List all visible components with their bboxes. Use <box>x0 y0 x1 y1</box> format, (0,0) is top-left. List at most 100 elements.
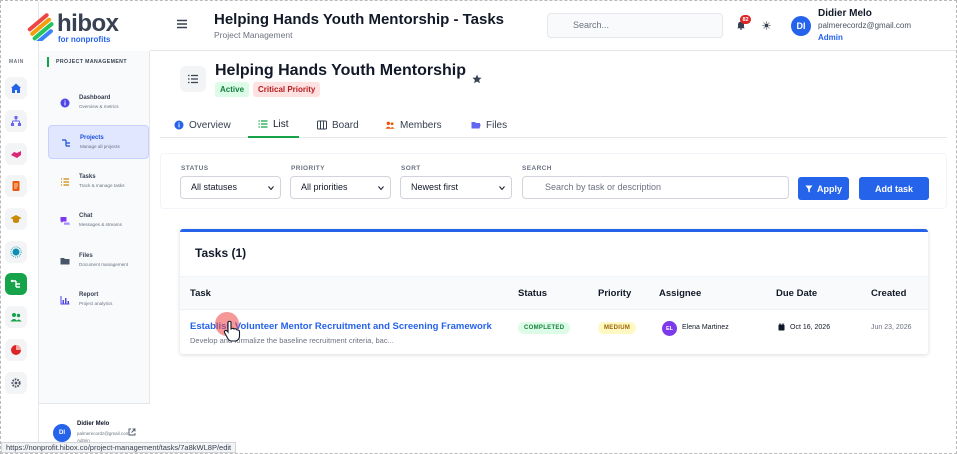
column-header-due-date[interactable]: Due Date <box>776 288 817 299</box>
org-chart-icon <box>11 116 21 126</box>
sidebar-item-tasks[interactable]: Tasks Track & manage tasks <box>48 165 149 199</box>
sidebar-item-title: Chat <box>79 213 93 219</box>
app-window: MAIN hibox for nonprofits PROJECT MANAGE… <box>0 0 957 454</box>
rail-education-button[interactable] <box>5 208 27 230</box>
sidebar-item-title: Tasks <box>79 174 96 180</box>
column-header-task[interactable]: Task <box>190 288 211 299</box>
folder-open-icon <box>471 122 481 129</box>
brand-logo[interactable]: hibox for nonprofits <box>25 9 135 44</box>
project-tabs: Overview List Board Members Files <box>160 112 947 138</box>
tab-files[interactable]: Files <box>471 112 507 138</box>
avatar: EL <box>662 321 677 336</box>
sort-select[interactable]: Newest first <box>400 176 512 199</box>
tab-board[interactable]: Board <box>317 112 359 138</box>
status-filter-label: STATUS <box>181 165 209 172</box>
theme-toggle-icon[interactable] <box>762 21 771 30</box>
rail-home-button[interactable] <box>5 77 27 99</box>
panel-section-title: PROJECT MANAGEMENT <box>47 57 127 67</box>
tab-label: Overview <box>189 119 231 131</box>
avatar[interactable]: DI <box>791 16 811 36</box>
tab-overview[interactable]: Overview <box>174 112 231 138</box>
sort-filter-label: SORT <box>401 165 421 172</box>
sidebar-item-desc: Overview & metrics <box>79 104 119 109</box>
tasks-heading: Tasks (1) <box>195 246 247 260</box>
sidebar-item-title: Dashboard <box>79 95 111 101</box>
hamburger-menu-icon[interactable] <box>176 18 188 30</box>
sidebar-item-title: Report <box>79 292 99 298</box>
hibox-logo-icon <box>27 13 54 41</box>
tab-members[interactable]: Members <box>385 112 442 138</box>
star-icon[interactable] <box>472 74 482 84</box>
sidebar-item-projects[interactable]: Projects Manage all projects <box>48 125 149 159</box>
users-icon <box>385 121 395 129</box>
priority-badge: Critical Priority <box>253 82 321 97</box>
rail-org-button[interactable] <box>5 110 27 132</box>
notification-badge: 82 <box>740 15 751 24</box>
brand-name: hibox <box>57 10 119 37</box>
sidebar-item-desc: Track & manage tasks <box>79 183 125 188</box>
tab-list[interactable]: List <box>248 112 299 138</box>
sidebar-user-name: Didier Melo <box>77 421 110 427</box>
sidebar-item-dashboard[interactable]: Dashboard Overview & metrics <box>48 86 149 120</box>
search-filter-label: SEARCH <box>522 165 552 172</box>
list-check-icon <box>61 178 69 186</box>
task-assignee: Elena Martinez <box>682 324 729 331</box>
rail-settings-button[interactable] <box>5 372 27 394</box>
sidebar-user-email: palmerecordz@gmail.com <box>77 431 130 436</box>
sidebar-item-chat[interactable]: Chat Messages & streams <box>48 204 149 238</box>
task-description: Develop and formalize the baseline recru… <box>190 336 394 345</box>
project-icon-box <box>180 66 206 92</box>
sidebar-item-title: Files <box>79 253 93 259</box>
document-icon <box>12 181 20 191</box>
users-icon <box>10 313 22 322</box>
status-badge: Active <box>215 82 250 97</box>
chevron-down-icon <box>499 186 505 191</box>
status-select[interactable]: All statuses <box>180 176 281 199</box>
column-header-created[interactable]: Created <box>871 288 906 299</box>
info-circle-icon <box>60 98 70 108</box>
header-user-email: palmerecordz@gmail.com <box>818 21 912 30</box>
priority-filter-label: PRIORITY <box>291 165 325 172</box>
priority-select-value: All priorities <box>301 182 348 192</box>
rail-network-button[interactable] <box>5 241 27 263</box>
gear-icon <box>11 378 21 388</box>
global-search-input[interactable]: Search... <box>547 13 723 38</box>
rail-analytics-button[interactable] <box>5 339 27 361</box>
add-task-button[interactable]: Add task <box>859 177 929 200</box>
column-header-assignee[interactable]: Assignee <box>659 288 701 299</box>
header-user-role: Admin <box>818 33 843 42</box>
rail-documents-button[interactable] <box>5 175 27 197</box>
filter-icon <box>805 185 813 192</box>
chat-bubbles-icon <box>60 217 70 226</box>
tasks-table-header: Task Status Priority Assignee Due Date C… <box>180 276 928 310</box>
task-status-badge: COMPLETED <box>518 322 571 334</box>
table-row[interactable]: Establish Volunteer Mentor Recruitment a… <box>180 310 928 354</box>
project-tree-icon <box>10 279 20 288</box>
sidebar-item-title: Projects <box>80 135 104 141</box>
sidebar-item-desc: Document management <box>79 262 129 267</box>
handshake-icon <box>11 151 21 158</box>
brand-tagline: for nonprofits <box>58 35 111 44</box>
column-header-status[interactable]: Status <box>518 288 547 299</box>
task-search-input[interactable]: Search by task or description <box>522 176 789 199</box>
avatar[interactable]: DI <box>53 424 71 442</box>
sidebar-item-desc: Project analytics <box>79 301 113 306</box>
sidebar-item-report[interactable]: Report Project analytics <box>48 283 149 317</box>
rail-donations-button[interactable] <box>5 143 27 165</box>
chevron-down-icon <box>378 186 384 191</box>
tasks-card: Tasks (1) Task Status Priority Assignee … <box>180 229 928 354</box>
external-link-icon[interactable] <box>128 428 136 436</box>
rail-people-button[interactable] <box>5 306 27 328</box>
sidebar-item-files[interactable]: Files Document management <box>48 244 149 278</box>
project-management-panel: PROJECT MANAGEMENT Dashboard Overview & … <box>39 51 150 453</box>
rail-project-management-button[interactable] <box>5 273 27 295</box>
project-title: Helping Hands Youth Mentorship <box>215 62 466 79</box>
column-header-priority[interactable]: Priority <box>598 288 631 299</box>
top-header: Helping Hands Youth Mentorship - Tasks P… <box>150 1 956 51</box>
project-tree-icon <box>62 139 70 147</box>
graduation-cap-icon <box>10 215 22 223</box>
apply-button[interactable]: Apply <box>798 177 849 200</box>
header-user-name: Didier Melo <box>818 8 872 19</box>
tab-label: List <box>273 118 289 130</box>
priority-select[interactable]: All priorities <box>290 176 391 199</box>
